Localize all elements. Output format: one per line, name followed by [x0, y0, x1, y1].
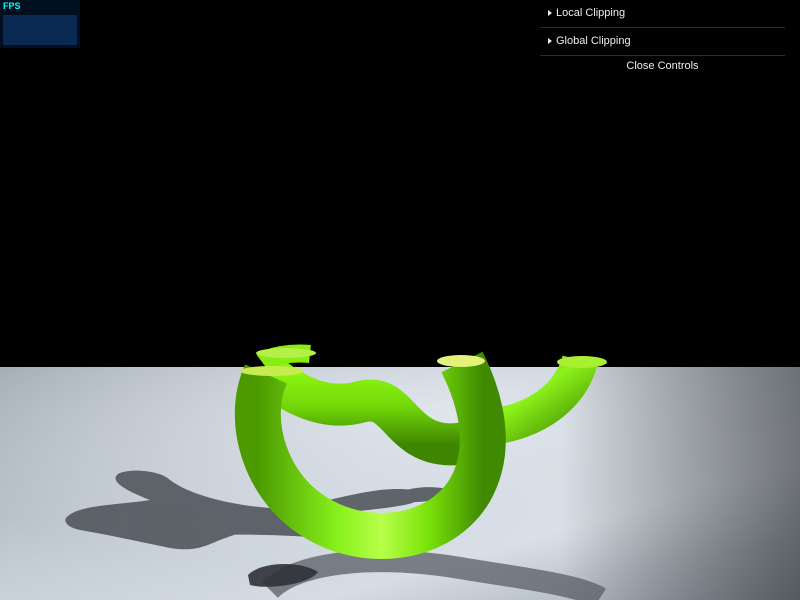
- 3d-viewport[interactable]: FPS Local Clipping Global Clipping Close…: [0, 0, 800, 600]
- tube-left-opening: [240, 366, 304, 376]
- fps-label: FPS: [3, 1, 21, 11]
- folder-global-clipping[interactable]: Global Clipping: [540, 28, 785, 56]
- fps-graph: [3, 15, 77, 45]
- folder-local-clipping[interactable]: Local Clipping: [540, 0, 785, 28]
- fps-stats-panel[interactable]: FPS: [0, 0, 80, 48]
- folder-title-global-clipping: Global Clipping: [556, 35, 631, 47]
- gui-controls-panel: Local Clipping Global Clipping Close Con…: [540, 0, 785, 76]
- tube-right-opening: [557, 356, 607, 368]
- close-controls-button[interactable]: Close Controls: [540, 56, 785, 76]
- tube-front-opening: [437, 355, 485, 367]
- folder-title-local-clipping: Local Clipping: [556, 7, 626, 19]
- webgl-scene[interactable]: [0, 0, 800, 600]
- floor-shade: [560, 367, 800, 600]
- tube-back-opening: [256, 348, 316, 358]
- collapsed-arrow-icon: [548, 38, 552, 44]
- collapsed-arrow-icon: [548, 10, 552, 16]
